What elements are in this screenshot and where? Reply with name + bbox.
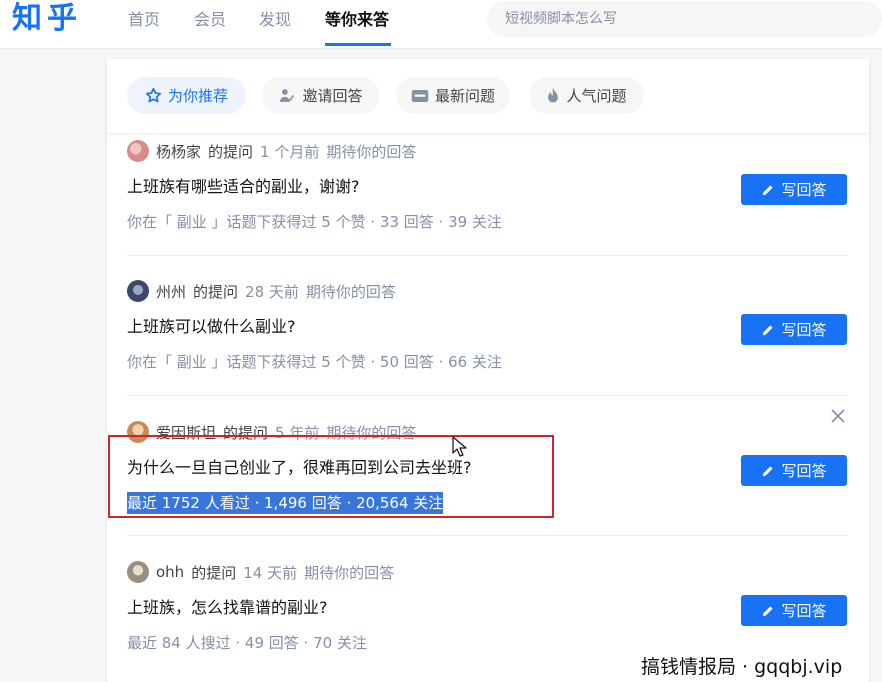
expect-answer-label: 期待你的回答 xyxy=(326,423,417,442)
zhihu-logo[interactable]: 知乎 xyxy=(12,0,82,38)
question-feed-card: 为你推荐 邀请回答 最新问题 人气问题 杨杨家 的提问 1 个月前 期待你的回答… xyxy=(107,59,869,682)
asked-label: 的提问 xyxy=(191,563,237,582)
question-title[interactable]: 为什么一旦自己创业了，很难再回到公司去坐班? xyxy=(127,457,472,479)
pencil-icon xyxy=(763,605,774,616)
author-avatar[interactable] xyxy=(127,561,149,583)
asked-label: 的提问 xyxy=(223,423,269,442)
question-title[interactable]: 上班族可以做什么副业? xyxy=(127,316,296,338)
asked-label: 的提问 xyxy=(193,282,239,301)
divider xyxy=(127,255,847,256)
nav-home[interactable]: 首页 xyxy=(128,10,160,30)
question-stats: 你在「 副业 」话题下获得过 5 个赞 · 33 回答 · 39 关注 xyxy=(127,213,502,231)
write-answer-label: 写回答 xyxy=(781,602,827,620)
question-time: 5 年前 xyxy=(275,423,320,442)
tab-invited[interactable]: 邀请回答 xyxy=(262,77,379,114)
author-avatar[interactable] xyxy=(127,421,149,443)
write-answer-button[interactable]: 写回答 xyxy=(741,455,847,486)
search-box[interactable] xyxy=(487,1,882,37)
tab-newest[interactable]: 最新问题 xyxy=(396,77,510,114)
tab-popular[interactable]: 人气问题 xyxy=(529,77,644,114)
nav-vip[interactable]: 会员 xyxy=(194,10,226,30)
author-avatar[interactable] xyxy=(127,140,149,162)
question-time: 28 天前 xyxy=(245,282,299,301)
write-answer-label: 写回答 xyxy=(781,321,827,339)
close-icon[interactable] xyxy=(831,409,845,423)
mouse-cursor-icon xyxy=(452,436,467,457)
active-nav-indicator xyxy=(325,43,391,46)
question-stats: 你在「 副业 」话题下获得过 5 个赞 · 50 回答 · 66 关注 xyxy=(127,353,502,371)
expect-answer-label: 期待你的回答 xyxy=(304,563,395,582)
tab-label: 人气问题 xyxy=(566,87,627,105)
tab-label: 最新问题 xyxy=(434,87,495,105)
question-title[interactable]: 上班族有哪些适合的副业，谢谢? xyxy=(127,176,360,198)
question-meta: 爱因斯坦 的提问 5 年前 期待你的回答 xyxy=(127,421,416,443)
write-answer-button[interactable]: 写回答 xyxy=(741,314,847,345)
write-answer-button[interactable]: 写回答 xyxy=(741,595,847,626)
pencil-icon xyxy=(763,465,774,476)
author-name[interactable]: ohh xyxy=(156,563,184,581)
question-title[interactable]: 上班族，怎么找靠谱的副业? xyxy=(127,597,328,619)
write-answer-button[interactable]: 写回答 xyxy=(741,174,847,205)
star-icon xyxy=(145,87,162,103)
pencil-icon xyxy=(763,324,774,335)
question-time: 14 天前 xyxy=(243,563,298,582)
author-name[interactable]: 杨杨家 xyxy=(156,141,201,162)
question-stats: 最近 1752 人看过 · 1,496 回答 · 20,564 关注 xyxy=(127,492,444,514)
nav-waiting-for-answers[interactable]: 等你来答 xyxy=(325,10,389,30)
invite-user-icon xyxy=(280,89,295,102)
tab-label: 为你推荐 xyxy=(167,87,228,105)
write-answer-label: 写回答 xyxy=(781,462,827,480)
asked-label: 的提问 xyxy=(208,142,254,161)
expect-answer-label: 期待你的回答 xyxy=(326,142,417,161)
divider xyxy=(127,535,847,536)
question-time: 1 个月前 xyxy=(260,142,320,161)
question-meta: 州州 的提问 28 天前 期待你的回答 xyxy=(127,280,396,302)
question-meta: 杨杨家 的提问 1 个月前 期待你的回答 xyxy=(127,140,416,162)
divider xyxy=(127,395,847,396)
top-navigation-bar: 知乎 首页 会员 发现 等你来答 xyxy=(0,0,882,48)
fire-icon xyxy=(548,87,559,103)
new-badge-icon xyxy=(411,89,429,102)
feed-tabs: 为你推荐 邀请回答 最新问题 人气问题 xyxy=(107,59,869,134)
write-answer-label: 写回答 xyxy=(781,181,827,199)
watermark: 搞钱情报局 · gqqbj.vip xyxy=(641,656,843,678)
expect-answer-label: 期待你的回答 xyxy=(305,282,396,301)
search-input[interactable] xyxy=(505,1,865,37)
author-name[interactable]: 爱因斯坦 xyxy=(156,422,216,443)
tab-recommended[interactable]: 为你推荐 xyxy=(127,77,246,114)
question-stats: 最近 84 人搜过 · 49 回答 · 70 关注 xyxy=(127,634,367,652)
question-meta: ohh 的提问 14 天前 期待你的回答 xyxy=(127,561,394,583)
author-name[interactable]: 州州 xyxy=(156,281,186,302)
nav-discover[interactable]: 发现 xyxy=(259,10,291,30)
pencil-icon xyxy=(763,184,774,195)
author-avatar[interactable] xyxy=(127,280,149,302)
tab-label: 邀请回答 xyxy=(302,87,363,105)
